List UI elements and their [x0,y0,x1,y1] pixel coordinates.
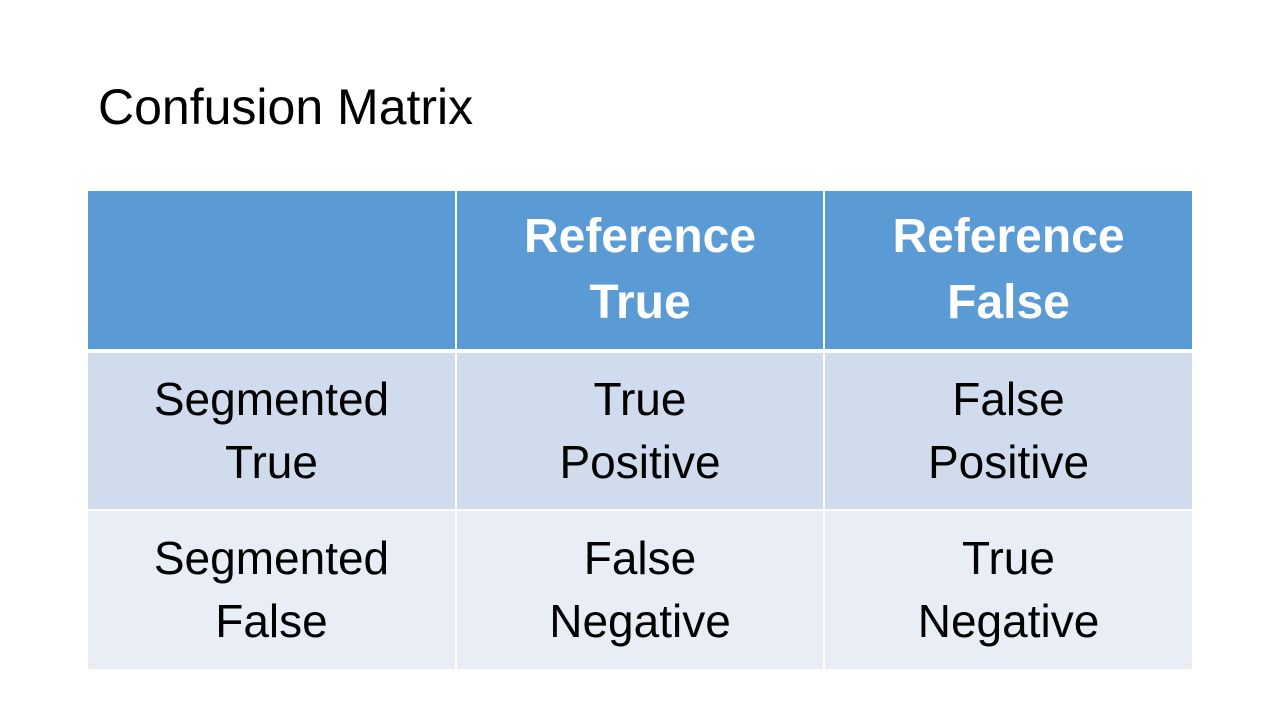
slide: Confusion Matrix Reference True Referenc… [0,0,1280,720]
cell-false-negative: False Negative [455,509,825,669]
confusion-matrix-table: Reference True Reference False Segmented… [88,191,1192,669]
table-header-row: Reference True Reference False [88,191,1192,353]
header-cell-reference-false: Reference False [823,191,1192,353]
cell-true-positive: True Positive [455,350,825,511]
header-cell-empty [88,191,457,353]
cell-true-negative: True Negative [823,509,1192,669]
table-row: Segmented True True Positive False Posit… [88,350,1192,511]
row-label-segmented-true: Segmented True [88,350,457,511]
slide-title: Confusion Matrix [98,79,474,135]
table-row: Segmented False False Negative True Nega… [88,509,1192,669]
row-label-segmented-false: Segmented False [88,509,457,669]
header-cell-reference-true: Reference True [455,191,825,353]
cell-false-positive: False Positive [823,350,1192,511]
